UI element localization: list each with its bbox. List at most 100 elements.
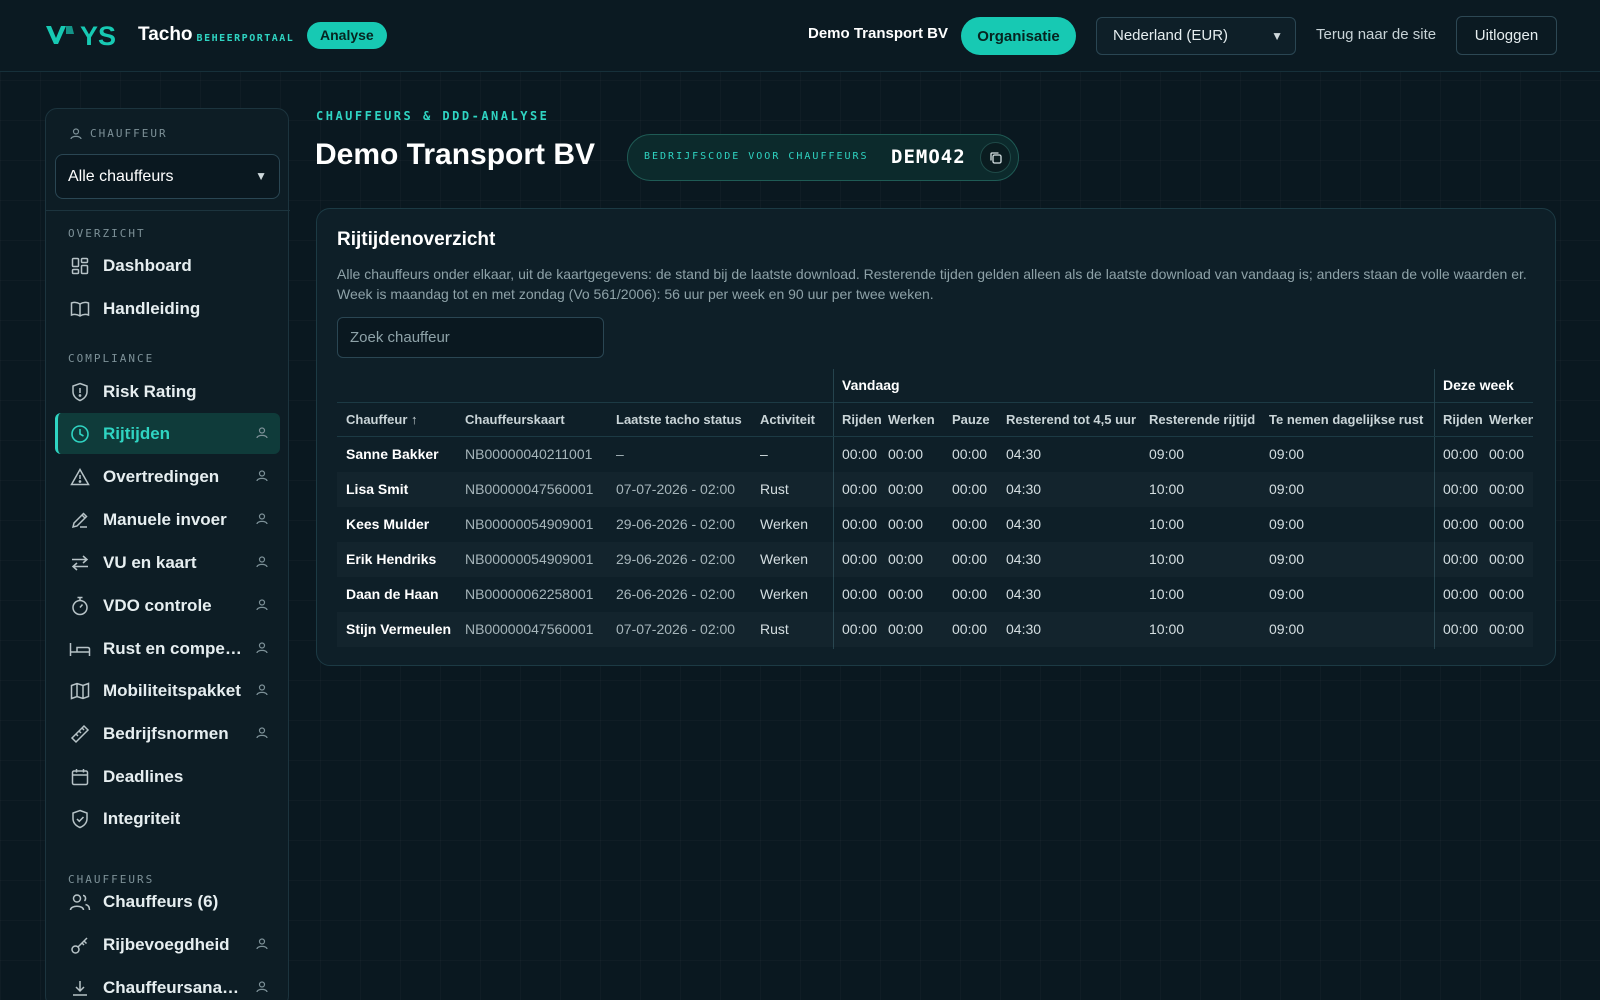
panel-description: Alle chauffeurs onder elkaar, uit de kaa… (337, 266, 1527, 302)
table-cell: 09:00 (1269, 586, 1305, 602)
sidebar-item-rijbevoegdheid[interactable]: Rijbevoegdheid (55, 924, 280, 965)
table-cell: 00:00 (952, 551, 988, 567)
stopwatch-icon (69, 595, 91, 617)
section-label-overzicht: OVERZICHT (68, 227, 146, 240)
table-cell: 26-06-2026 - 02:00 (616, 586, 736, 602)
sidebar-item-vu-en-kaart[interactable]: VU en kaart (55, 542, 280, 583)
table-cell: NB00000047560001 (465, 621, 594, 637)
sidebar-item-label: Integriteit (103, 808, 181, 828)
person-icon (256, 726, 268, 744)
book-icon (69, 298, 91, 320)
sidebar-item-handleiding[interactable]: Handleiding (55, 288, 280, 329)
person-icon (256, 980, 268, 998)
column-header[interactable]: Chauffeur ↑ (346, 412, 418, 427)
logo-mark-text: YS (80, 21, 116, 50)
table-cell: 00:00 (842, 586, 878, 602)
shield-icon (69, 381, 91, 403)
table-cell: 10:00 (1149, 586, 1185, 602)
logo[interactable]: YS Tacho BEHEERPORTAAL (44, 20, 294, 50)
sidebar-item-rijtijden[interactable]: Rijtijden (55, 413, 280, 454)
sidebar-item-overtredingen[interactable]: Overtredingen (55, 456, 280, 497)
table-row[interactable]: Lisa Smit NB00000047560001 07-07-2026 - 02… (337, 472, 1533, 507)
search-driver-input[interactable] (337, 317, 604, 358)
table-cell: 00:00 (1489, 481, 1525, 497)
table-cell: Stijn Vermeulen (346, 621, 452, 637)
table-cell: NB00000054909001 (465, 551, 594, 567)
copy-icon[interactable] (980, 142, 1011, 173)
table-cell: Erik Hendriks (346, 551, 437, 567)
panel-title: Rijtijdenoverzicht (337, 229, 496, 250)
warning-icon (69, 466, 91, 488)
table-cell: 00:00 (888, 481, 924, 497)
person-icon (70, 127, 82, 139)
table-cell: NB00000040211001 (465, 446, 593, 462)
table-cell: 00:00 (1443, 621, 1479, 637)
organisation-button[interactable]: Organisatie (961, 17, 1076, 55)
table-cell: 00:00 (888, 586, 924, 602)
logout-button[interactable]: Uitloggen (1456, 16, 1557, 55)
table-cell: 04:30 (1006, 446, 1042, 462)
table-cell: 00:00 (1489, 621, 1525, 637)
sidebar-item-vdo-controle[interactable]: VDO controle (55, 585, 280, 626)
table-cell: 00:00 (1443, 586, 1479, 602)
table-cell: 04:30 (1006, 586, 1042, 602)
table-cell: 00:00 (952, 446, 988, 462)
driving-times-table: Vandaag Deze week Chauffeur ↑ Chauffeursk… (337, 369, 1533, 649)
sidebar-item-integriteit[interactable]: Integriteit (55, 798, 280, 839)
sidebar-item-label: Risk Rating (103, 381, 197, 401)
table-cell: 00:00 (952, 586, 988, 602)
group-today: Vandaag (842, 377, 900, 393)
table-row[interactable]: Erik Hendriks NB00000054909001 29-06-2026 … (337, 542, 1533, 577)
table-row[interactable]: Daan de Haan NB00000062258001 26-06-2026 -… (337, 577, 1533, 612)
table-cell: 00:00 (842, 446, 878, 462)
sidebar-item-deadlines[interactable]: Deadlines (55, 756, 280, 797)
table-row[interactable]: Sanne Bakker NB00000040211001 – – 00:00 00:00… (337, 437, 1533, 472)
table-cell: 09:00 (1269, 621, 1305, 637)
users-icon (69, 891, 91, 913)
table-cell: 09:00 (1269, 481, 1305, 497)
sidebar-item-bedrijfsnormen[interactable]: Bedrijfsnormen (55, 713, 280, 754)
table-cell: NB00000047560001 (465, 481, 594, 497)
person-icon (256, 426, 268, 444)
sidebar: CHAUFFEUR Alle chauffeurs ▼ OVERZICHT CO… (45, 108, 290, 1000)
table-cell: 00:00 (1489, 516, 1525, 532)
person-icon (256, 598, 268, 616)
sidebar-item-dashboard[interactable]: Dashboard (55, 245, 280, 286)
person-icon (256, 469, 268, 487)
column-header: Activiteit (760, 412, 815, 427)
table-cell: 29-06-2026 - 02:00 (616, 551, 736, 567)
group-this-week: Deze week (1443, 377, 1514, 393)
sidebar-item-rust-en-compensatie[interactable]: Rust en compensatie (55, 628, 280, 669)
table-header-row: Chauffeur ↑ Chauffeurskaart Laatste tacho … (337, 403, 1533, 437)
sidebar-item-label: Handleiding (103, 298, 201, 318)
sidebar-item-chauffeurs-6[interactable]: Chauffeurs (6) (55, 881, 280, 922)
back-to-site-link[interactable]: Terug naar de site (1316, 26, 1436, 43)
table-cell: 00:00 (1443, 516, 1479, 532)
country-select[interactable]: Nederland (EUR) ▼ (1096, 17, 1296, 55)
sidebar-item-manuele-invoer[interactable]: Manuele invoer (55, 499, 280, 540)
sidebar-item-label: Rijbevoegdheid (103, 934, 230, 954)
analyse-badge: Analyse (307, 22, 387, 49)
table-cell: 00:00 (888, 551, 924, 567)
country-select-value: Nederland (EUR) (1113, 27, 1229, 44)
sidebar-item-mobiliteitspakket[interactable]: Mobiliteitspakket (55, 670, 280, 711)
table-row[interactable]: Kees Mulder NB00000054909001 29-06-2026 - … (337, 507, 1533, 542)
table-cell: Werken (760, 551, 808, 567)
column-group-row: Vandaag Deze week (337, 369, 1533, 403)
sidebar-item-risk-rating[interactable]: Risk Rating (55, 371, 280, 412)
sidebar-divider (46, 210, 290, 211)
ruler-icon (69, 723, 91, 745)
column-header: Rijden (842, 412, 882, 427)
company-code-pill: BEDRIJFSCODE VOOR CHAUFFEURS DEMO42 (627, 134, 1019, 181)
driver-select[interactable]: Alle chauffeurs ▼ (55, 154, 280, 199)
table-cell: Werken (760, 516, 808, 532)
table-cell: NB00000062258001 (465, 586, 594, 602)
sidebar-item-chauffeursanalyse[interactable]: Chauffeursanalyse (55, 967, 280, 1000)
table-row[interactable]: Stijn Vermeulen NB00000047560001 07-07-202… (337, 612, 1533, 647)
sidebar-item-label: Dashboard (103, 255, 192, 275)
table-cell: 04:30 (1006, 551, 1042, 567)
pencil-icon (69, 509, 91, 531)
table-cell: 00:00 (842, 621, 878, 637)
column-header: Werken (888, 412, 935, 427)
logo-mark-icon: YS (46, 21, 116, 50)
